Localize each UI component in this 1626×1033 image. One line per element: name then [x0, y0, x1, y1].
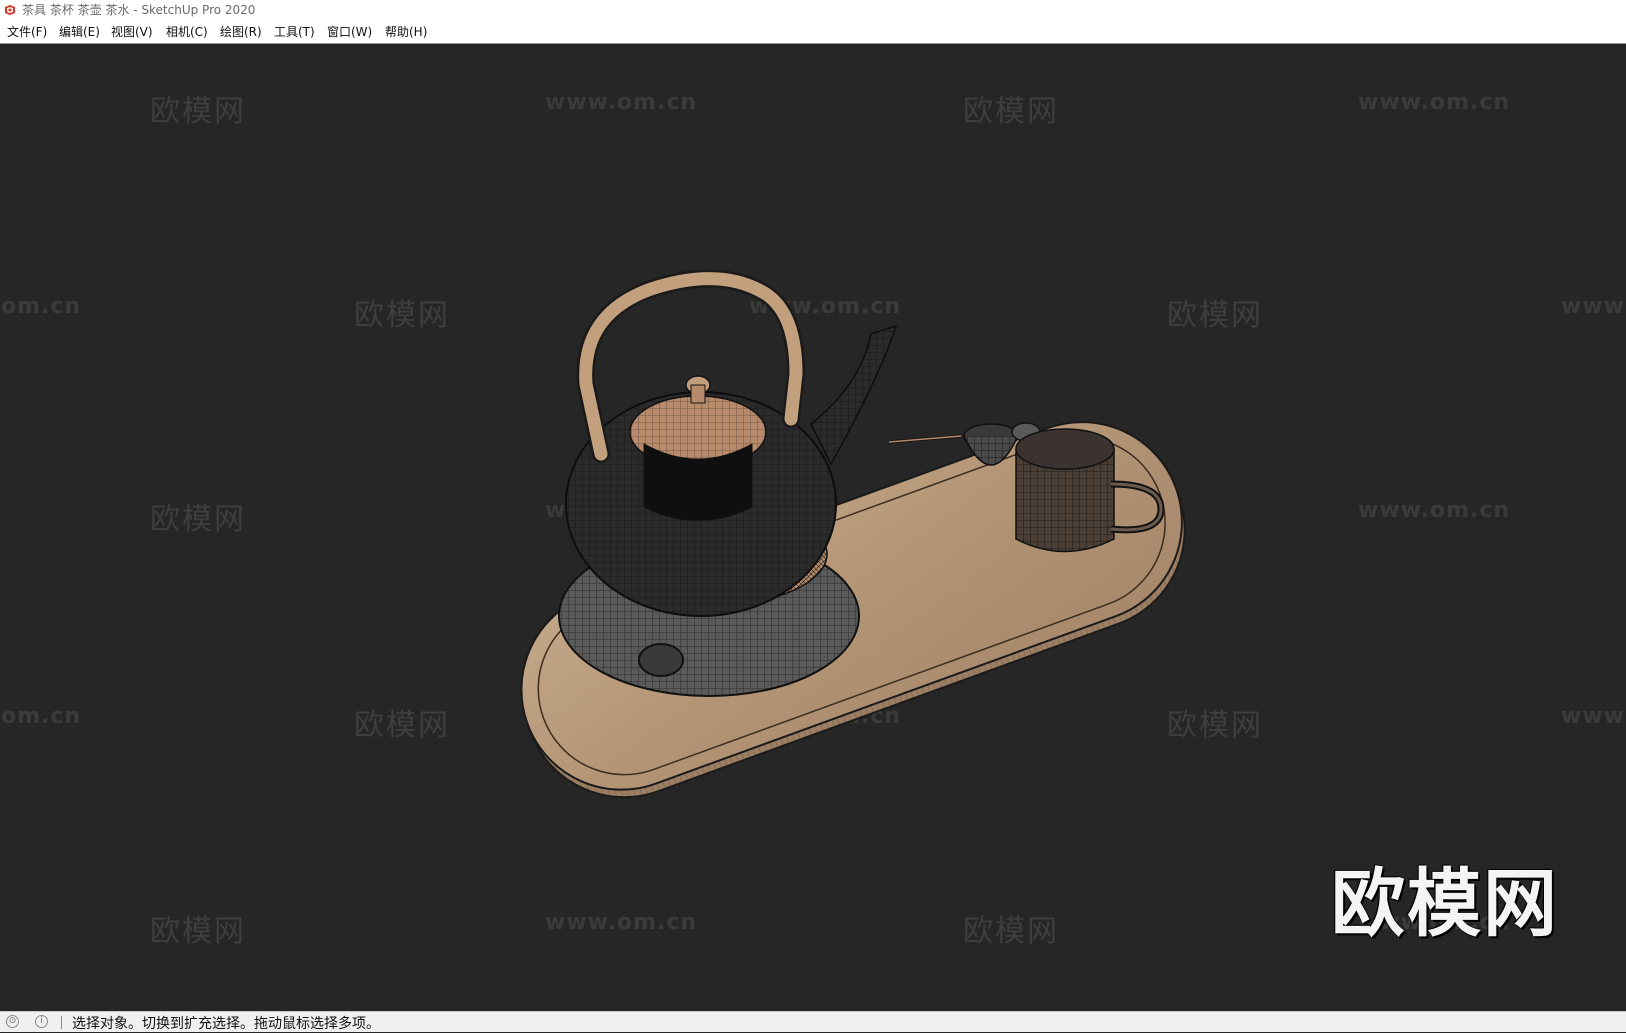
- menu-view[interactable]: 视图(V): [110, 24, 154, 40]
- status-text: 选择对象。切换到扩充选择。拖动鼠标选择多项。: [72, 1016, 380, 1032]
- status-separator: [61, 1016, 62, 1029]
- menu-camera[interactable]: 相机(C): [165, 24, 209, 40]
- geolocation-icon[interactable]: ⊙: [6, 1015, 19, 1028]
- menu-help[interactable]: 帮助(H): [384, 24, 428, 40]
- menu-bar: 文件(F) 编辑(E) 视图(V) 相机(C) 绘图(R) 工具(T) 窗口(W…: [0, 21, 1626, 44]
- menu-file[interactable]: 文件(F): [6, 24, 48, 40]
- menu-draw[interactable]: 绘图(R): [219, 24, 263, 40]
- info-icon[interactable]: i: [35, 1015, 48, 1028]
- brand-logo: 欧模网: [1331, 861, 1559, 947]
- sketchup-logo-icon: [5, 5, 15, 15]
- menu-window[interactable]: 窗口(W): [326, 24, 373, 40]
- model-viewport[interactable]: 欧模网 www.om.cn 欧模网 www.om.cn om.cn 欧模网 ww…: [1, 44, 1626, 1011]
- title-bar: 茶具 茶杯 茶壶 茶水 - SketchUp Pro 2020: [0, 0, 1626, 21]
- window-title: 茶具 茶杯 茶壶 茶水 - SketchUp Pro 2020: [22, 3, 256, 17]
- status-bar: ⊙ i 选择对象。切换到扩充选择。拖动鼠标选择多项。: [0, 1011, 1626, 1032]
- menu-tools[interactable]: 工具(T): [273, 24, 316, 40]
- menu-edit[interactable]: 编辑(E): [58, 24, 101, 40]
